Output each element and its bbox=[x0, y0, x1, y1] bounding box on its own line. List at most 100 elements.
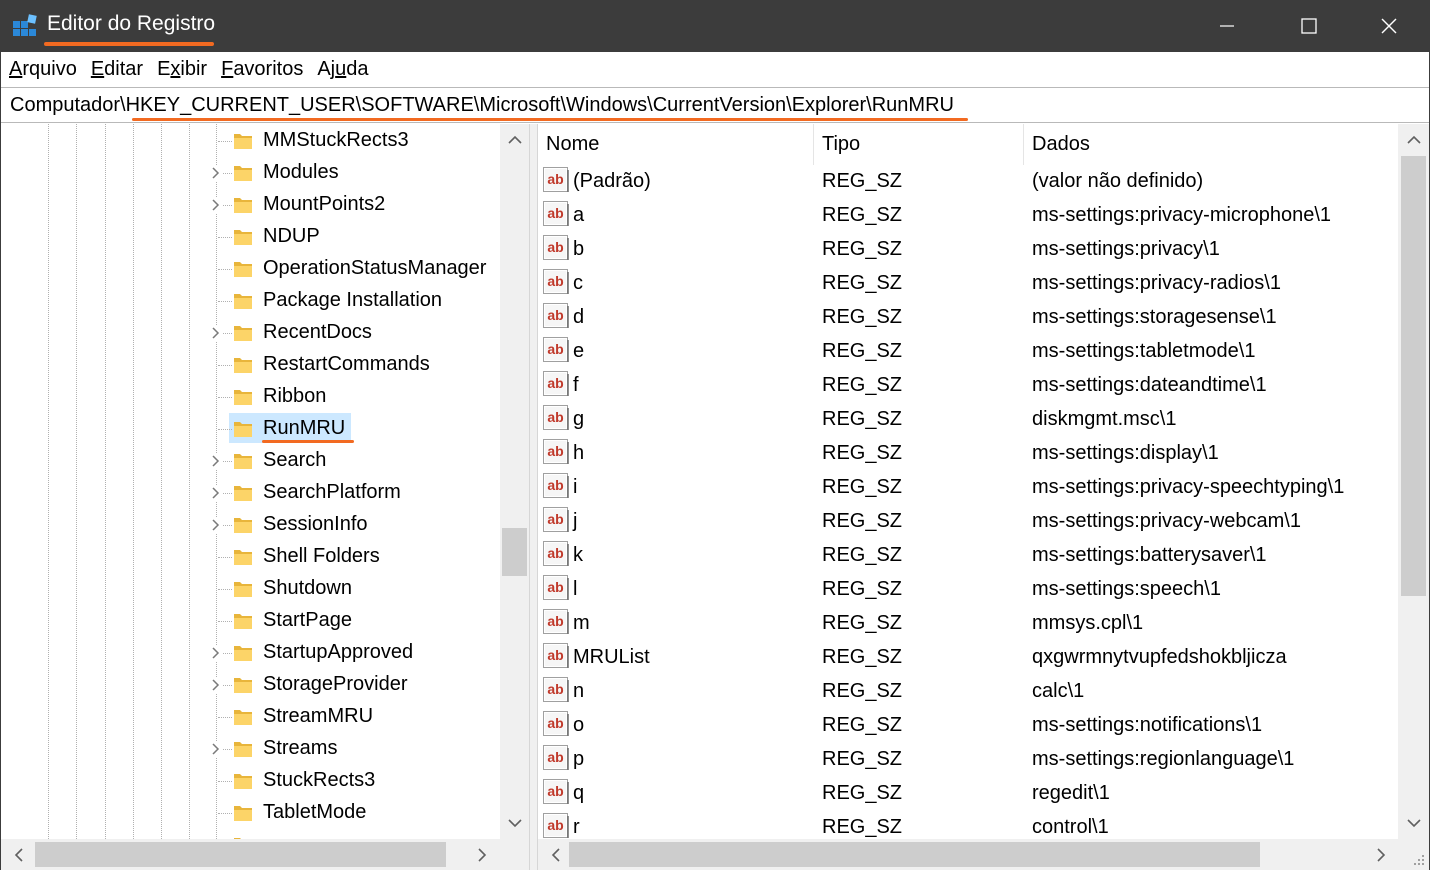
tree-item[interactable]: Search bbox=[1, 445, 499, 477]
tree-item-label: Shell Folders bbox=[263, 545, 380, 567]
scroll-thumb[interactable] bbox=[502, 528, 527, 576]
menu-editar[interactable]: Editar bbox=[91, 58, 143, 81]
tree-item[interactable]: StartPage bbox=[1, 605, 499, 637]
scroll-up-button[interactable] bbox=[1399, 128, 1428, 150]
expand-button[interactable] bbox=[209, 453, 223, 469]
tree-item[interactable]: MMStuckRects3 bbox=[1, 125, 499, 157]
scroll-down-button[interactable] bbox=[500, 812, 529, 834]
column-header-name[interactable]: Nome bbox=[538, 124, 814, 165]
values-horizontal-scrollbar[interactable] bbox=[538, 839, 1398, 870]
maximize-button[interactable] bbox=[1268, 0, 1350, 52]
value-row[interactable]: ab MRUList REG_SZ qxgwrmnytvupfedshokbljicz… bbox=[538, 640, 1398, 674]
expand-button[interactable] bbox=[209, 677, 223, 693]
tree-item[interactable]: StuckRects3 bbox=[1, 765, 499, 797]
tree-item[interactable]: Ribbon bbox=[1, 381, 499, 413]
scroll-up-button[interactable] bbox=[500, 128, 529, 150]
value-row[interactable]: ab h REG_SZ ms-settings:display\1 bbox=[538, 436, 1398, 470]
folder-icon bbox=[234, 358, 252, 373]
scroll-down-button[interactable] bbox=[1399, 812, 1428, 834]
scroll-right-button[interactable] bbox=[467, 839, 497, 870]
tree-horizontal-scrollbar[interactable] bbox=[1, 839, 529, 870]
value-row[interactable]: ab g REG_SZ diskmgmt.msc\1 bbox=[538, 402, 1398, 436]
tree-item[interactable]: Shutdown bbox=[1, 573, 499, 605]
tree-item[interactable]: StreamMRU bbox=[1, 701, 499, 733]
menu-ajuda[interactable]: Ajuda bbox=[317, 58, 368, 81]
value-row[interactable]: ab k REG_SZ ms-settings:batterysaver\1 bbox=[538, 538, 1398, 572]
expand-button[interactable] bbox=[209, 325, 223, 341]
scroll-thumb[interactable] bbox=[35, 842, 446, 867]
value-row[interactable]: ab m REG_SZ mmsys.cpl\1 bbox=[538, 606, 1398, 640]
value-name: n bbox=[573, 680, 585, 702]
value-row[interactable]: ab l REG_SZ ms-settings:speech\1 bbox=[538, 572, 1398, 606]
tree-item[interactable]: StartupApproved bbox=[1, 637, 499, 669]
close-button[interactable] bbox=[1348, 0, 1430, 52]
window-border bbox=[0, 52, 1, 870]
tree-item[interactable] bbox=[1, 829, 499, 839]
expand-button[interactable] bbox=[209, 645, 223, 661]
value-row[interactable]: ab c REG_SZ ms-settings:privacy-radios\1 bbox=[538, 266, 1398, 300]
expand-button[interactable] bbox=[209, 485, 223, 501]
address-path[interactable]: Computador\HKEY_CURRENT_USER\SOFTWARE\Mi… bbox=[10, 94, 954, 117]
menu-mnemonic: A bbox=[9, 58, 23, 80]
string-value-icon: ab bbox=[543, 575, 569, 600]
tree-item[interactable]: RunMRU bbox=[1, 413, 499, 445]
expand-button[interactable] bbox=[209, 165, 223, 181]
value-row[interactable]: ab d REG_SZ ms-settings:storagesense\1 bbox=[538, 300, 1398, 334]
minimize-button[interactable] bbox=[1186, 0, 1268, 52]
folder-icon bbox=[234, 486, 252, 501]
value-data: ms-settings:speech\1 bbox=[1032, 578, 1221, 600]
selected-key-underline bbox=[262, 440, 354, 443]
tree-item[interactable]: SearchPlatform bbox=[1, 477, 499, 509]
tree-vertical-scrollbar[interactable] bbox=[500, 124, 529, 839]
scroll-left-button[interactable] bbox=[540, 839, 570, 870]
value-row[interactable]: ab q REG_SZ regedit\1 bbox=[538, 776, 1398, 810]
tree-item[interactable]: NDUP bbox=[1, 221, 499, 253]
value-row[interactable]: ab f REG_SZ ms-settings:dateandtime\1 bbox=[538, 368, 1398, 402]
column-header-type[interactable]: Tipo bbox=[814, 124, 1024, 165]
column-header-data[interactable]: Dados bbox=[1024, 124, 1398, 165]
scroll-thumb[interactable] bbox=[569, 842, 1260, 867]
value-row[interactable]: ab b REG_SZ ms-settings:privacy\1 bbox=[538, 232, 1398, 266]
address-bar[interactable]: Computador\HKEY_CURRENT_USER\SOFTWARE\Mi… bbox=[0, 87, 1430, 123]
value-row[interactable]: ab j REG_SZ ms-settings:privacy-webcam\1 bbox=[538, 504, 1398, 538]
tree-item-label: RecentDocs bbox=[263, 321, 372, 343]
tree-item[interactable]: RestartCommands bbox=[1, 349, 499, 381]
value-row[interactable]: ab n REG_SZ calc\1 bbox=[538, 674, 1398, 708]
scroll-right-button[interactable] bbox=[1366, 839, 1396, 870]
pane-splitter[interactable] bbox=[529, 124, 538, 870]
tree-item[interactable]: Modules bbox=[1, 157, 499, 189]
expand-button[interactable] bbox=[209, 517, 223, 533]
value-type: REG_SZ bbox=[822, 204, 903, 226]
tree-item[interactable]: SessionInfo bbox=[1, 509, 499, 541]
value-row[interactable]: ab o REG_SZ ms-settings:notifications\1 bbox=[538, 708, 1398, 742]
chevron-right-icon bbox=[1376, 847, 1385, 862]
value-row[interactable]: ab r REG_SZ control\1 bbox=[538, 810, 1398, 839]
tree-item[interactable]: Package Installation bbox=[1, 285, 499, 317]
tree-item[interactable]: Shell Folders bbox=[1, 541, 499, 573]
svg-text:ab: ab bbox=[547, 341, 563, 357]
value-type: REG_SZ bbox=[822, 612, 903, 634]
tree-item[interactable]: RecentDocs bbox=[1, 317, 499, 349]
menu-exibir[interactable]: Exibir bbox=[157, 58, 207, 81]
value-row[interactable]: ab a REG_SZ ms-settings:privacy-microphone\… bbox=[538, 198, 1398, 232]
value-row[interactable]: ab (Padrão) REG_SZ (valor não definido) bbox=[538, 164, 1398, 198]
expand-button[interactable] bbox=[209, 741, 223, 757]
value-row[interactable]: ab i REG_SZ ms-settings:privacy-speechtypin… bbox=[538, 470, 1398, 504]
value-row[interactable]: ab e REG_SZ ms-settings:tabletmode\1 bbox=[538, 334, 1398, 368]
tree-item[interactable]: Streams bbox=[1, 733, 499, 765]
tree-item-label: StartPage bbox=[263, 609, 352, 631]
values-vertical-scrollbar[interactable] bbox=[1398, 124, 1429, 839]
scroll-left-button[interactable] bbox=[3, 839, 33, 870]
tree-item[interactable]: OperationStatusManager bbox=[1, 253, 499, 285]
menu-arquivo[interactable]: Arquivo bbox=[9, 58, 77, 81]
menu-favoritos[interactable]: Favoritos bbox=[221, 58, 303, 81]
value-row[interactable]: ab p REG_SZ ms-settings:regionlanguage\1 bbox=[538, 742, 1398, 776]
value-type: REG_SZ bbox=[822, 170, 903, 192]
scroll-thumb[interactable] bbox=[1401, 156, 1426, 596]
expand-button[interactable] bbox=[209, 197, 223, 213]
size-grip[interactable] bbox=[1398, 839, 1429, 870]
tree-connector bbox=[218, 621, 232, 622]
tree-item[interactable]: MountPoints2 bbox=[1, 189, 499, 221]
tree-item[interactable]: TabletMode bbox=[1, 797, 499, 829]
tree-item[interactable]: StorageProvider bbox=[1, 669, 499, 701]
